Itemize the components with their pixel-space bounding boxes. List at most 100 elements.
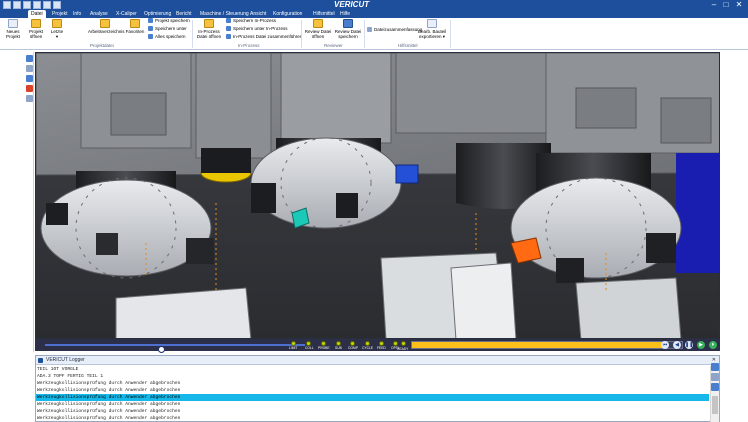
- projekt-oeffnen-button[interactable]: Projekt öffnen: [25, 19, 47, 39]
- slider-knob[interactable]: [158, 346, 165, 353]
- log-list: TEIL 1OT VORGLE ADA.3 TOPF FERTIG TEIL 1…: [36, 366, 709, 422]
- cycle-label: CYCLE: [362, 346, 373, 350]
- letzte-button[interactable]: Letzte ▾: [48, 19, 66, 39]
- tab-konfiguration[interactable]: Konfiguration: [270, 10, 305, 18]
- tab-optimierung[interactable]: Optimierung: [141, 10, 174, 18]
- review-save-icon: [343, 19, 353, 28]
- tab-ansicht[interactable]: Ansicht: [247, 10, 269, 18]
- tab-info[interactable]: Info: [70, 10, 84, 18]
- favoriten-button[interactable]: Favoriten: [124, 19, 146, 34]
- tab-maschine-steuerung[interactable]: Maschine / Steuerung: [197, 10, 252, 18]
- tool-holder: [96, 233, 118, 255]
- arbeitsverzeichnis-button[interactable]: Arbeitsverzeichnis: [88, 19, 125, 34]
- close-button[interactable]: ✕: [734, 0, 744, 10]
- logger-info-icon[interactable]: [711, 363, 719, 371]
- open-icon[interactable]: [3, 1, 11, 9]
- save-icon[interactable]: [13, 1, 21, 9]
- blue-tool: [395, 164, 419, 184]
- group-label-projektdatei: Projektdatei: [90, 43, 114, 48]
- save-all-icon: [148, 34, 153, 39]
- favorites-icon: [130, 19, 140, 28]
- ready-label: READY: [397, 347, 409, 351]
- play-icon[interactable]: [53, 1, 61, 9]
- export-icon: [427, 19, 437, 28]
- log-line[interactable]: Werkzeugkollisionsprüfung durch Anwender…: [36, 415, 709, 422]
- logger-title: VERICUT Logger: [46, 357, 85, 363]
- group-label-reviewer: Reviewer: [324, 43, 343, 48]
- zoom-icon[interactable]: [26, 65, 33, 72]
- logger-filter-icon[interactable]: [711, 373, 719, 381]
- folder-open-icon: [31, 19, 41, 28]
- housing-panel: [195, 53, 272, 159]
- inprocess-open-icon: [204, 19, 214, 28]
- log-line[interactable]: Werkzeugkollisionsprüfung durch Anwender…: [36, 408, 709, 415]
- tool-holder: [186, 238, 214, 264]
- log-line[interactable]: TEIL 1OT VORGLE: [36, 366, 709, 373]
- app-title: VERICUT: [334, 0, 370, 9]
- rotate-icon[interactable]: [26, 75, 33, 82]
- redo-icon[interactable]: [33, 1, 41, 9]
- speichern-unter-button[interactable]: Speichern unter: [148, 26, 187, 32]
- inprozess-oeffnen-button[interactable]: In-Prozess Datei öffnen: [196, 19, 222, 39]
- speichern-unter-inprozess-button[interactable]: Speichern unter In-Prozess: [226, 26, 288, 32]
- bauteil-exportieren-button[interactable]: Bearb. Bauteil exportieren ▾: [418, 19, 446, 39]
- left-toolbar: [24, 52, 34, 352]
- tool-holder: [556, 258, 584, 283]
- undo-icon[interactable]: [23, 1, 31, 9]
- tab-analyse[interactable]: Analyse: [87, 10, 111, 18]
- tab-x-caliper[interactable]: X-Caliper: [113, 10, 140, 18]
- machine-3d-view[interactable]: [35, 52, 720, 339]
- step-icon[interactable]: ◀: [673, 341, 681, 349]
- save-as-icon: [148, 26, 153, 31]
- sub-label: SUB: [335, 346, 342, 350]
- logger-save-icon[interactable]: [711, 383, 719, 391]
- ribbon-tabs: Datei Projekt Info Analyse X-Caliper Opt…: [0, 10, 748, 18]
- fit-icon[interactable]: [26, 95, 33, 102]
- log-line[interactable]: Werkzeugkollisionsprüfung durch Anwender…: [36, 401, 709, 408]
- group-divider: [301, 20, 302, 48]
- review-oeffnen-button[interactable]: Review Datei öffnen: [304, 19, 332, 39]
- speichern-inprozess-button[interactable]: Speichern In-Prozess: [226, 18, 276, 24]
- inprozess-zusammenfuehren-button[interactable]: In-Prozess Datei zusammenführen: [226, 34, 302, 40]
- tab-hilfe[interactable]: Hilfe: [337, 10, 353, 18]
- housing-panel: [280, 53, 392, 144]
- tab-datei[interactable]: Datei: [28, 10, 46, 18]
- access-cover: [660, 97, 712, 144]
- reset-icon[interactable]: [43, 1, 51, 9]
- scrollbar-thumb[interactable]: [712, 396, 718, 414]
- maximize-button[interactable]: □: [721, 0, 731, 10]
- title-bar: VERICUT – □ ✕: [0, 0, 748, 10]
- minimize-button[interactable]: –: [709, 0, 719, 10]
- tool-holder: [336, 193, 358, 218]
- animation-speed-slider[interactable]: [45, 344, 305, 353]
- ready-led: [401, 341, 406, 346]
- fixture-right: [575, 277, 682, 338]
- ribbon-panel: Neues Projekt Projekt öffnen Letzte ▾ Ar…: [0, 18, 748, 50]
- blue-guard: [676, 153, 719, 273]
- save-as-icon: [226, 26, 231, 31]
- working-dir-icon: [100, 19, 110, 28]
- log-line[interactable]: Werkzeugkollisionsprüfung durch Anwender…: [36, 394, 709, 401]
- select-icon[interactable]: [26, 55, 33, 62]
- tab-projekt[interactable]: Projekt: [49, 10, 71, 18]
- alles-speichern-button[interactable]: Alles speichern: [148, 34, 186, 40]
- log-line[interactable]: Werkzeugkollisionsprüfung durch Anwender…: [36, 380, 709, 387]
- tab-hilfsmittel[interactable]: Hilfsmittel: [310, 10, 338, 18]
- projekt-speichern-button[interactable]: Projekt speichern: [148, 18, 190, 24]
- step-forward-icon[interactable]: ▶: [697, 341, 705, 349]
- log-line[interactable]: ADA.3 TOPF FERTIG TEIL 1: [36, 373, 709, 380]
- dateizusammenfassung-button[interactable]: Dateizusammenfassung: [367, 27, 422, 33]
- probe-label: PROBE: [318, 346, 330, 350]
- log-line[interactable]: Werkzeugkollisionsprüfung durch Anwender…: [36, 387, 709, 394]
- pause-icon[interactable]: ❚❚: [685, 341, 693, 349]
- tab-bericht[interactable]: Bericht: [173, 10, 195, 18]
- rewind-icon[interactable]: ⏮: [661, 341, 669, 349]
- review-speichern-button[interactable]: Review Datei speichern: [334, 19, 362, 39]
- stop-icon[interactable]: [26, 85, 33, 92]
- play-icon[interactable]: ⏵: [709, 341, 717, 349]
- neues-projekt-button[interactable]: Neues Projekt: [2, 19, 24, 39]
- housing-panel: [395, 53, 547, 134]
- simulation-progress-bar: [411, 341, 683, 349]
- group-divider: [364, 20, 365, 48]
- logger-panel: VERICUT Logger ✕ TEIL 1OT VORGLE ADA.3 T…: [35, 355, 720, 422]
